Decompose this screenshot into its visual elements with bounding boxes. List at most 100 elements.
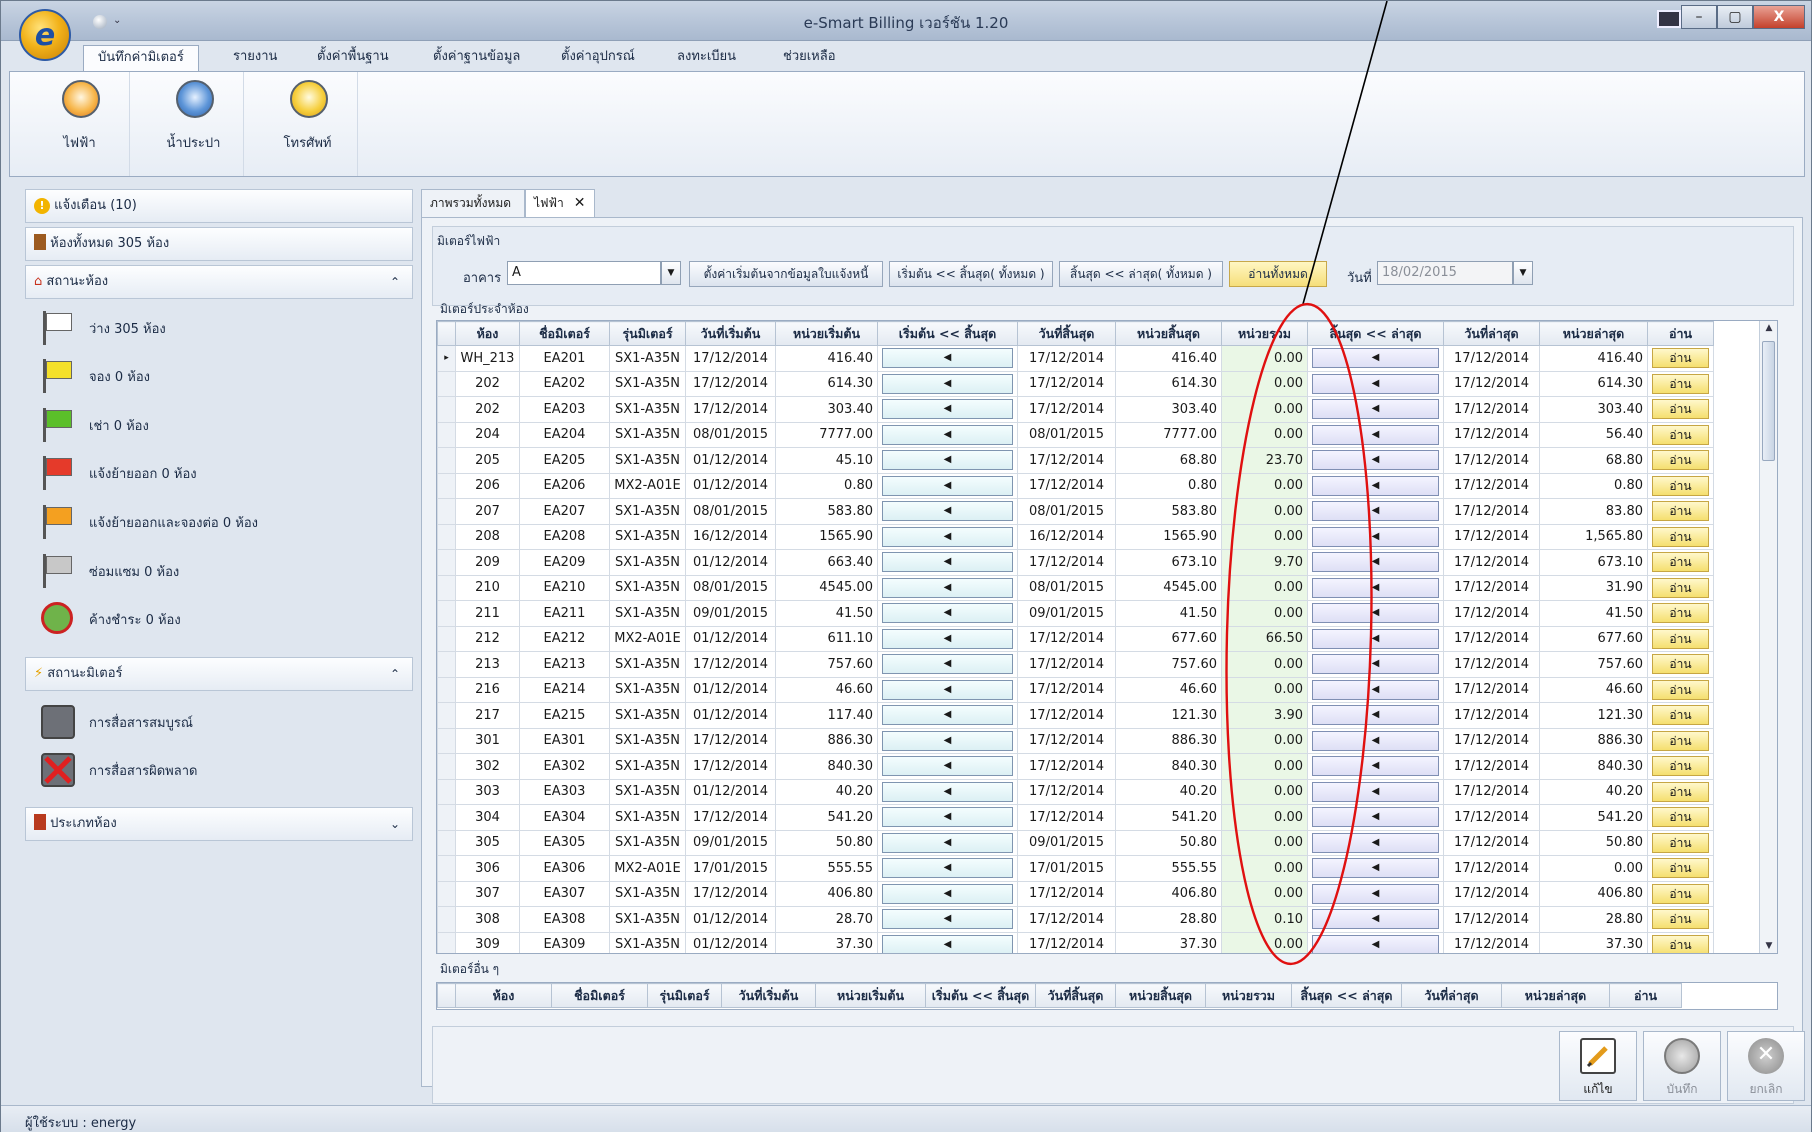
column-header-start-unit[interactable]: หน่วยเริ่มต้น — [775, 321, 878, 346]
arrow-left-icon[interactable]: ◀ — [882, 781, 1013, 802]
layout-icon[interactable] — [1657, 10, 1681, 28]
end-from-latest-button[interactable]: ◀ — [1307, 727, 1444, 754]
room-status-reserved[interactable]: จอง 0 ห้อง — [35, 355, 405, 395]
table-row[interactable]: 304 EA304 SX1-A35N 17/12/2014 541.20 ◀ 17/12/2… — [437, 804, 1714, 831]
read-button[interactable]: อ่าน — [1647, 421, 1714, 448]
column-header-start-unit[interactable]: หน่วยเริ่มต้น — [815, 983, 926, 1008]
end-from-latest-button[interactable]: ◀ — [1307, 829, 1444, 856]
column-header-room[interactable]: ห้อง — [455, 983, 552, 1008]
read-button-label[interactable]: อ่าน — [1652, 730, 1709, 751]
ribbon-tab-basic-settings[interactable]: ตั้งค่าพื้นฐาน — [303, 45, 403, 71]
start-from-end-button[interactable]: ◀ — [877, 370, 1018, 397]
column-header-start-from-end[interactable]: เริ่มต้น << สิ้นสุด — [925, 983, 1036, 1008]
read-button-label[interactable]: อ่าน — [1652, 399, 1709, 420]
start-from-end-button[interactable]: ◀ — [877, 778, 1018, 805]
table-row[interactable]: 208 EA208 SX1-A35N 16/12/2014 1565.90 ◀ 16/12/… — [437, 523, 1714, 550]
arrow-left-icon[interactable]: ◀ — [1312, 730, 1439, 751]
end-from-latest-button[interactable]: ◀ — [1307, 549, 1444, 576]
table-row[interactable]: 202 EA203 SX1-A35N 17/12/2014 303.40 ◀ 17/12/2… — [437, 396, 1714, 423]
column-header-read[interactable]: อ่าน — [1609, 983, 1682, 1008]
end-from-latest-button[interactable]: ◀ — [1307, 523, 1444, 550]
arrow-left-icon[interactable]: ◀ — [882, 832, 1013, 853]
arrow-left-icon[interactable]: ◀ — [1312, 781, 1439, 802]
tab-electric[interactable]: ไฟฟ้า ✕ — [525, 189, 595, 217]
read-button[interactable]: อ่าน — [1647, 727, 1714, 754]
start-from-end-button[interactable]: ◀ — [877, 931, 1018, 953]
column-header-meter-model[interactable]: รุ่นมิเตอร์ — [647, 983, 722, 1008]
end-from-latest-button[interactable]: ◀ — [1307, 600, 1444, 627]
column-header-start-date[interactable]: วันที่เริ่มต้น — [721, 983, 816, 1008]
arrow-left-icon[interactable]: ◀ — [1312, 577, 1439, 598]
end-from-latest-button[interactable]: ◀ — [1307, 931, 1444, 953]
ribbon-tab-register[interactable]: ลงทะเบียน — [663, 45, 750, 71]
read-button[interactable]: อ่าน — [1647, 829, 1714, 856]
arrow-left-icon[interactable]: ◀ — [882, 909, 1013, 930]
arrow-left-icon[interactable]: ◀ — [882, 603, 1013, 624]
read-button-label[interactable]: อ่าน — [1652, 526, 1709, 547]
room-status-moving-out[interactable]: แจ้งย้ายออก 0 ห้อง — [35, 452, 405, 492]
read-button-label[interactable]: อ่าน — [1652, 781, 1709, 802]
row-selector[interactable] — [437, 421, 456, 448]
table-row[interactable]: 305 EA305 SX1-A35N 09/01/2015 50.80 ◀ 09/01/20… — [437, 829, 1714, 856]
read-button[interactable]: อ่าน — [1647, 625, 1714, 652]
room-status-vacant[interactable]: ว่าง 305 ห้อง — [35, 307, 405, 347]
table-row[interactable]: 217 EA215 SX1-A35N 01/12/2014 117.40 ◀ 17/12/2… — [437, 702, 1714, 729]
start-from-end-button[interactable]: ◀ — [877, 574, 1018, 601]
meter-status-error[interactable]: การสื่อสารผิดพลาด — [35, 749, 405, 789]
ribbon-tab-meter-record[interactable]: บันทึกค่ามิเตอร์ — [83, 45, 199, 71]
read-button[interactable]: อ่าน — [1647, 855, 1714, 882]
room-status-overdue[interactable]: ค้างชำระ 0 ห้อง — [35, 598, 405, 638]
read-button[interactable]: อ่าน — [1647, 676, 1714, 703]
row-selector[interactable] — [437, 727, 456, 754]
row-selector[interactable] — [437, 625, 456, 652]
row-selector[interactable] — [437, 600, 456, 627]
start-from-end-button[interactable]: ◀ — [877, 523, 1018, 550]
start-from-end-button[interactable]: ◀ — [877, 702, 1018, 729]
start-from-end-button[interactable]: ◀ — [877, 472, 1018, 499]
column-header-end-from-latest[interactable]: สิ้นสุด << ล่าสุด — [1307, 321, 1444, 346]
arrow-left-icon[interactable]: ◀ — [882, 501, 1013, 522]
chevron-down-icon[interactable]: ▼ — [661, 261, 681, 285]
table-row[interactable]: 213 EA213 SX1-A35N 17/12/2014 757.60 ◀ 17/12/2… — [437, 651, 1714, 678]
end-from-latest-button[interactable]: ◀ — [1307, 472, 1444, 499]
table-row[interactable]: 212 EA212 MX2-A01E 01/12/2014 611.10 ◀ 17/12/2… — [437, 625, 1714, 652]
end-from-latest-button[interactable]: ◀ — [1307, 370, 1444, 397]
room-status-repair[interactable]: ซ่อมแซม 0 ห้อง — [35, 550, 405, 590]
arrow-left-icon[interactable]: ◀ — [882, 373, 1013, 394]
maximize-button[interactable]: ▢ — [1717, 5, 1753, 29]
scrollbar-thumb[interactable] — [1762, 341, 1775, 461]
read-button[interactable]: อ่าน — [1647, 574, 1714, 601]
read-button[interactable]: อ่าน — [1647, 931, 1714, 953]
end-from-latest-button[interactable]: ◀ — [1307, 753, 1444, 780]
column-header-end-date[interactable]: วันที่สิ้นสุด — [1035, 983, 1116, 1008]
read-button-label[interactable]: อ่าน — [1652, 577, 1709, 598]
alerts-item[interactable]: ! แจ้งเตือน (10) — [25, 189, 413, 223]
arrow-left-icon[interactable]: ◀ — [1312, 654, 1439, 675]
row-selector[interactable] — [437, 804, 456, 831]
read-button[interactable]: อ่าน — [1647, 753, 1714, 780]
table-row[interactable]: 211 EA211 SX1-A35N 09/01/2015 41.50 ◀ 09/01/20… — [437, 600, 1714, 627]
arrow-left-icon[interactable]: ◀ — [1312, 501, 1439, 522]
table-row[interactable]: 206 EA206 MX2-A01E 01/12/2014 0.80 ◀ 17/12/201… — [437, 472, 1714, 499]
start-from-end-button[interactable]: ◀ — [877, 447, 1018, 474]
end-from-latest-button[interactable]: ◀ — [1307, 702, 1444, 729]
end-from-latest-button[interactable]: ◀ — [1307, 778, 1444, 805]
row-selector[interactable] — [437, 931, 456, 953]
read-button-label[interactable]: อ่าน — [1652, 450, 1709, 471]
read-button[interactable]: อ่าน — [1647, 396, 1714, 423]
start-from-end-button[interactable]: ◀ — [877, 880, 1018, 907]
start-from-end-button[interactable]: ◀ — [877, 829, 1018, 856]
rooms-total-item[interactable]: ห้องทั้งหมด 305 ห้อง — [25, 227, 413, 261]
app-logo-icon[interactable]: e — [19, 9, 71, 61]
room-status-rented[interactable]: เช่า 0 ห้อง — [35, 404, 405, 444]
start-from-end-button[interactable]: ◀ — [877, 498, 1018, 525]
read-button-label[interactable]: อ่าน — [1652, 424, 1709, 445]
row-selector[interactable] — [437, 829, 456, 856]
arrow-left-icon[interactable]: ◀ — [1312, 424, 1439, 445]
end-from-latest-button[interactable]: ◀ — [1307, 396, 1444, 423]
table-row[interactable]: 210 EA210 SX1-A35N 08/01/2015 4545.00 ◀ 08/01/… — [437, 574, 1714, 601]
row-selector[interactable] — [437, 906, 456, 933]
column-header-end-unit[interactable]: หน่วยสิ้นสุด — [1115, 983, 1206, 1008]
arrow-left-icon[interactable]: ◀ — [882, 654, 1013, 675]
arrow-left-icon[interactable]: ◀ — [882, 552, 1013, 573]
